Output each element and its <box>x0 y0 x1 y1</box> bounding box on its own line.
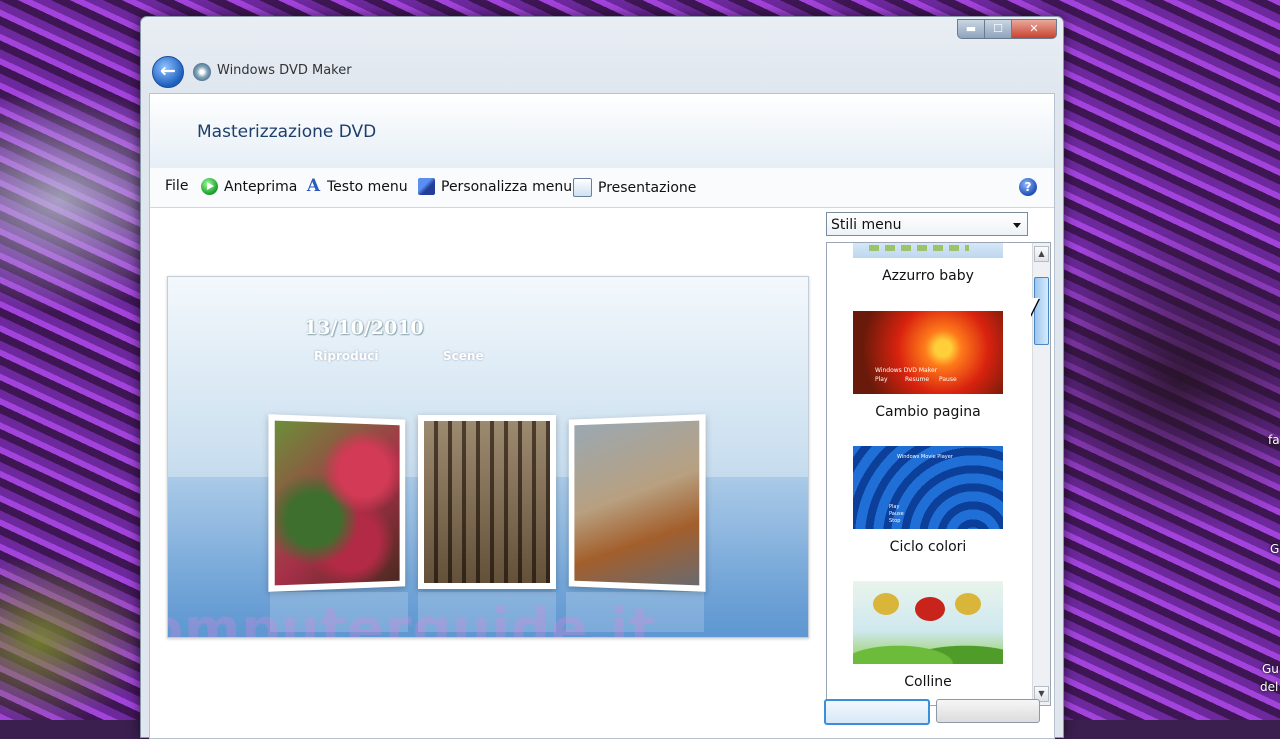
style-label: Cambio pagina <box>875 404 981 420</box>
style-label: Ciclo colori <box>889 539 967 555</box>
preview-label: Anteprima <box>224 178 298 195</box>
photo-leaves <box>268 414 406 592</box>
preview-button[interactable]: Anteprima <box>201 178 297 195</box>
style-item-cambio-pagina[interactable]: Windows DVD Maker Play Resume Pause Camb… <box>853 311 1003 420</box>
thumb-text: Play <box>889 504 900 510</box>
style-item-azzurro-baby[interactable]: Azzurro baby <box>853 243 1003 284</box>
customize-menu-button[interactable]: Personalizza menu <box>418 178 572 195</box>
caption-buttons: ▬ ☐ ✕ <box>957 19 1057 39</box>
menu-date-title: 13/10/2010 <box>304 317 424 339</box>
thumb-text: Resume <box>905 376 930 383</box>
photo-sky <box>568 414 706 592</box>
style-thumbnail <box>853 581 1003 664</box>
thumb-text: Pause <box>939 376 957 383</box>
toolbar: File Anteprima A Testo menu Personalizza… <box>150 168 1054 208</box>
photo-colosseum <box>418 415 556 589</box>
client-area: Masterizzazione DVD File Anteprima A Tes… <box>149 93 1055 739</box>
page-header: Masterizzazione DVD <box>150 94 1054 169</box>
page-title: Masterizzazione DVD <box>197 122 377 142</box>
style-thumbnail: Windows Movie Player Play Pause Stop <box>853 446 1003 529</box>
desktop-icon-label[interactable]: fa <box>1268 433 1280 447</box>
title-bar[interactable]: ← Windows DVD Maker ▬ ☐ ✕ <box>141 17 1063 93</box>
desktop-icon-label[interactable]: Gu <box>1262 662 1279 676</box>
back-arrow-icon[interactable]: ← <box>152 56 184 88</box>
menu-styles-list[interactable]: Azzurro baby Windows DVD Maker Play Resu… <box>826 242 1051 706</box>
slideshow-label: Presentazione <box>598 179 697 196</box>
customize-menu-label: Personalizza menu <box>441 178 573 195</box>
style-thumbnail: Windows DVD Maker Play Resume Pause <box>853 311 1003 394</box>
style-label: Azzurro baby <box>882 268 974 284</box>
maximize-button[interactable]: ☐ <box>985 19 1012 39</box>
app-title: Windows DVD Maker <box>217 63 352 78</box>
thumb-text: Stop <box>889 518 901 524</box>
help-icon[interactable]: ? <box>1019 178 1037 196</box>
customize-icon <box>418 178 435 195</box>
desktop-icon-label[interactable]: G <box>1270 542 1279 556</box>
style-item-colline[interactable]: Colline <box>853 581 1003 690</box>
menu-play-link: Riproduci <box>314 349 379 363</box>
menu-styles-dropdown[interactable]: Stili menu <box>826 212 1028 236</box>
slideshow-icon <box>573 178 592 197</box>
chevron-down-icon <box>1013 223 1021 228</box>
text-a-icon: A <box>306 176 321 196</box>
play-icon <box>201 178 218 195</box>
menu-styles-dropdown-value: Stili menu <box>831 217 902 233</box>
style-thumbnail <box>853 243 1003 258</box>
menu-text-label: Testo menu <box>327 178 408 195</box>
slideshow-button[interactable]: Presentazione <box>573 178 696 197</box>
style-item-ciclo-colori[interactable]: Windows Movie Player Play Pause Stop Cic… <box>853 446 1003 555</box>
thumb-text: Play <box>875 376 888 383</box>
scroll-up-icon[interactable]: ▲ <box>1034 246 1049 262</box>
dvd-maker-app-icon <box>193 63 211 81</box>
thumb-text: Windows DVD Maker <box>875 367 938 374</box>
desktop-icon-label[interactable]: del <box>1260 680 1278 694</box>
thumb-text: Windows Movie Player <box>897 454 953 460</box>
minimize-button[interactable]: ▬ <box>957 19 985 39</box>
style-label: Colline <box>904 674 952 690</box>
cancel-button[interactable] <box>936 699 1040 723</box>
close-button[interactable]: ✕ <box>1012 19 1057 39</box>
menu-preview: 13/10/2010 Riproduci Scene computerguide… <box>167 276 809 638</box>
burn-button[interactable] <box>824 699 930 725</box>
file-menu-label: File <box>165 178 189 194</box>
thumb-text: Pause <box>889 511 904 517</box>
dvd-maker-window: ← Windows DVD Maker ▬ ☐ ✕ Masterizzazion… <box>140 16 1064 739</box>
watermark-text: computerguide.it <box>167 597 657 638</box>
menu-text-button[interactable]: A Testo menu <box>306 178 408 195</box>
menu-scenes-link: Scene <box>443 349 484 363</box>
mouse-cursor-icon <box>1030 298 1039 316</box>
file-menu[interactable]: File <box>165 178 188 194</box>
